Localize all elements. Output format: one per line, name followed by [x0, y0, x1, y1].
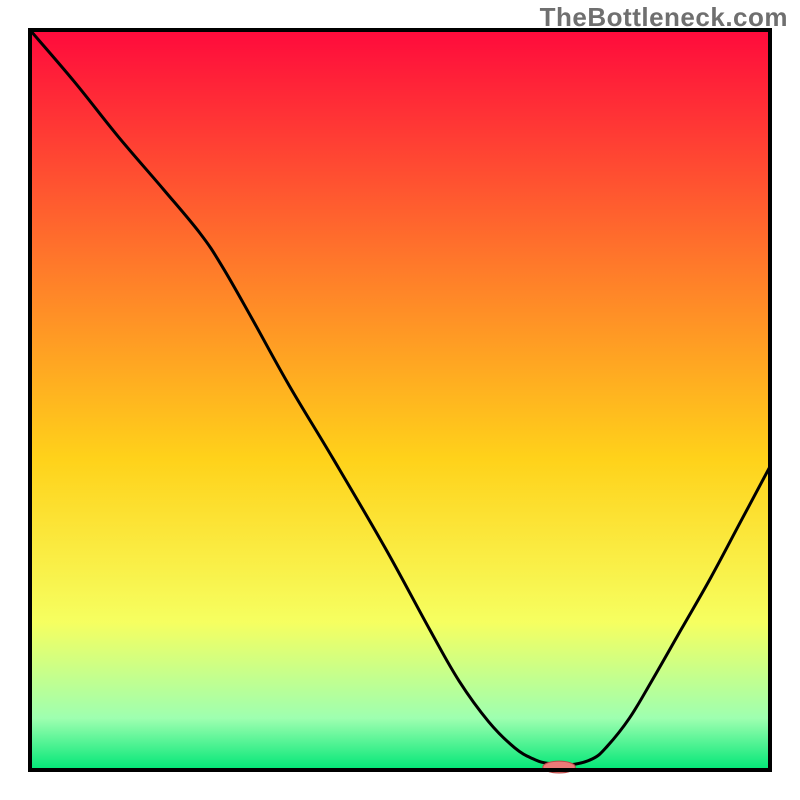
watermark-text: TheBottleneck.com	[540, 2, 788, 33]
bottleneck-chart: TheBottleneck.com	[0, 0, 800, 800]
gradient-background	[30, 30, 770, 770]
chart-svg	[0, 0, 800, 800]
